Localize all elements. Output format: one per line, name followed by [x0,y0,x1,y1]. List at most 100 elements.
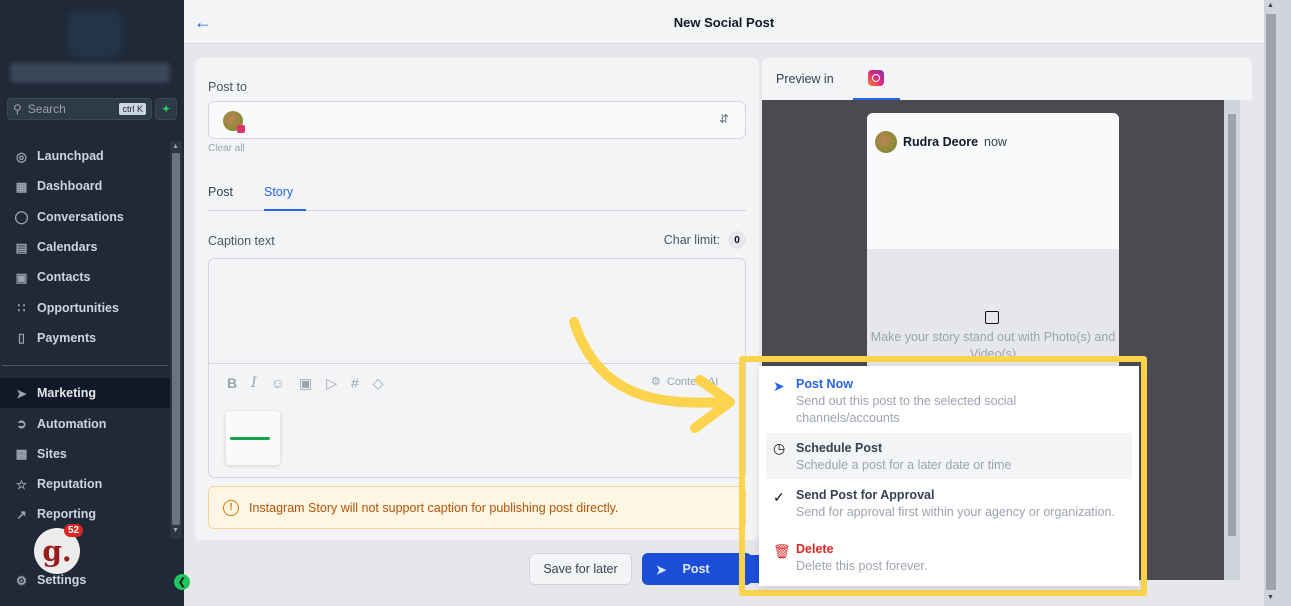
hashtag-icon[interactable]: # [351,375,359,392]
tag-icon[interactable]: ◇ [373,375,384,392]
tab-post[interactable]: Post [208,185,233,199]
sidebar-item-conversations[interactable]: ◯ Conversations [0,202,170,232]
search-icon: ⚲ [13,102,22,116]
sidebar-item-calendars[interactable]: ▤ Calendars [0,232,170,262]
sidebar-item-automation[interactable]: ➲ Automation [0,408,170,438]
sidebar-item-label: Calendars [37,240,98,255]
clear-all-link[interactable]: Clear all [208,143,245,154]
menu-item-delete[interactable]: 🗑 Delete Delete this post forever. [766,541,1132,581]
gear-icon: ⚙ [15,573,28,588]
warning-alert: ! Instagram Story will not support capti… [208,486,746,529]
post-type-tabs: Post Story [208,178,746,211]
star-icon: ☆ [15,477,28,492]
scrollbar-thumb[interactable] [1266,14,1276,590]
clock-icon: ◷ [773,440,786,456]
send-icon: ➤ [656,562,667,577]
sidebar-item-settings[interactable]: ⚙ Settings [0,565,170,595]
story-header: Rudra Deore now [867,113,1119,249]
launchpad-icon: ◎ [16,149,27,164]
caption-label: Caption text [208,234,275,248]
menu-item-desc: Send for approval first within your agen… [796,505,1115,519]
preview-header: Preview in [762,58,1252,100]
post-to-label: Post to [208,80,247,94]
scroll-down-icon[interactable]: ▼ [172,527,179,534]
menu-item-send-for-approval[interactable]: ✓ Send Post for Approval Send for approv… [766,487,1132,527]
sites-icon: ▩ [15,447,28,462]
page-scrollbar[interactable]: ▲ ▼ [1264,0,1291,606]
sidebar-item-marketing[interactable]: ➤ Marketing [0,378,170,409]
bold-icon[interactable]: B [227,375,237,392]
post-to-select[interactable]: ⇵ [208,101,746,139]
scroll-down-icon[interactable]: ▼ [1267,594,1274,601]
sidebar-item-payments[interactable]: ▯ Payments [0,323,170,353]
sidebar-item-reputation[interactable]: ☆ Reputation [0,469,170,499]
account-switcher[interactable] [10,63,170,83]
media-thumbnail[interactable] [226,411,280,465]
post-options-menu: ➤ Post Now Send out this post to the sel… [759,366,1139,586]
warning-text: Instagram Story will not support caption… [249,500,619,515]
story-media-placeholder: Make your story stand out with Photo(s) … [867,249,1119,373]
contacts-icon: ▣ [15,270,28,285]
sidebar-item-label: Dashboard [37,179,103,194]
sidebar-item-label: Settings [37,573,87,588]
scrollbar-thumb[interactable] [172,153,180,525]
sidebar-nav: ◎ Launchpad ▦ Dashboard ◯ Conversations ▤ Ca… [0,141,170,530]
scroll-up-icon[interactable]: ▲ [1267,2,1274,9]
search-shortcut: ctrl K [119,103,146,115]
sidebar-scrollbar[interactable]: ▲ ▼ [170,141,182,538]
tab-indicator [264,209,306,211]
post-composer: Post to ⇵ Clear all Post Story Caption t… [195,58,759,540]
annotation-arrow [569,317,735,433]
story-username: Rudra Deore [903,135,979,149]
menu-item-desc: Delete this post forever. [796,559,928,573]
save-for-later-button[interactable]: Save for later [529,553,632,585]
preview-scrollbar[interactable] [1224,100,1240,580]
page-title: New Social Post [673,15,775,30]
opportunities-icon: ∷ [17,301,26,316]
tab-story[interactable]: Story [264,185,293,199]
sidebar-item-opportunities[interactable]: ∷ Opportunities [0,292,170,322]
sidebar-item-label: Launchpad [37,149,104,164]
story-time: now [984,135,1007,149]
chevron-updown-icon: ⇵ [718,112,729,126]
send-icon: ➤ [16,386,27,401]
instagram-icon [868,70,884,86]
brand-logo[interactable] [68,10,122,58]
char-count: 0 [728,231,746,249]
calendar-icon: ▤ [15,240,28,255]
sidebar-item-sites[interactable]: ▩ Sites [0,439,170,469]
emoji-icon[interactable]: ☺ [271,375,285,392]
sidebar-item-label: Marketing [37,386,97,401]
sparkle-icon[interactable]: ✦ [155,98,177,120]
sidebar-item-launchpad[interactable]: ◎ Launchpad [0,141,170,171]
sidebar-item-label: Sites [37,446,67,461]
image-icon [985,311,999,324]
post-button[interactable]: ➤ Post [642,553,752,585]
scroll-up-icon[interactable]: ▲ [172,143,179,150]
menu-item-schedule-post[interactable]: ◷ Schedule Post Schedule a post for a la… [766,433,1132,479]
story-preview-card: Rudra Deore now Make your story stand ou… [867,113,1119,373]
collapse-sidebar-icon[interactable]: ❮ [174,574,190,590]
account-avatar [223,111,245,133]
sidebar-item-label: Reputation [37,477,103,492]
sidebar-item-contacts[interactable]: ▣ Contacts [0,262,170,292]
char-limit-label: Char limit: [663,233,720,247]
sidebar-item-label: Payments [37,330,97,345]
menu-item-title: Schedule Post [796,441,883,455]
italic-icon[interactable]: I [251,375,257,392]
automation-icon: ➲ [16,417,27,432]
sidebar-item-dashboard[interactable]: ▦ Dashboard [0,171,170,201]
notification-badge: 52 [64,524,84,537]
video-icon[interactable]: ▷ [326,375,337,392]
post-label: Post [682,562,710,576]
menu-item-post-now[interactable]: ➤ Post Now Send out this post to the sel… [766,376,1132,430]
menu-item-desc: Send out this post to the selected socia… [796,394,1017,425]
sidebar-item-reporting[interactable]: ↗ Reporting [0,499,170,529]
image-icon[interactable]: ▣ [299,375,312,392]
formatting-toolbar: B I ☺ ▣ ▷ # ◇ [227,375,384,392]
sidebar-item-label: Automation [37,416,107,431]
menu-item-title: Post Now [796,377,853,391]
tab-instagram[interactable] [853,58,900,100]
scrollbar-thumb[interactable] [1228,114,1236,536]
search-input[interactable]: ⚲ Search ctrl K [7,98,152,120]
